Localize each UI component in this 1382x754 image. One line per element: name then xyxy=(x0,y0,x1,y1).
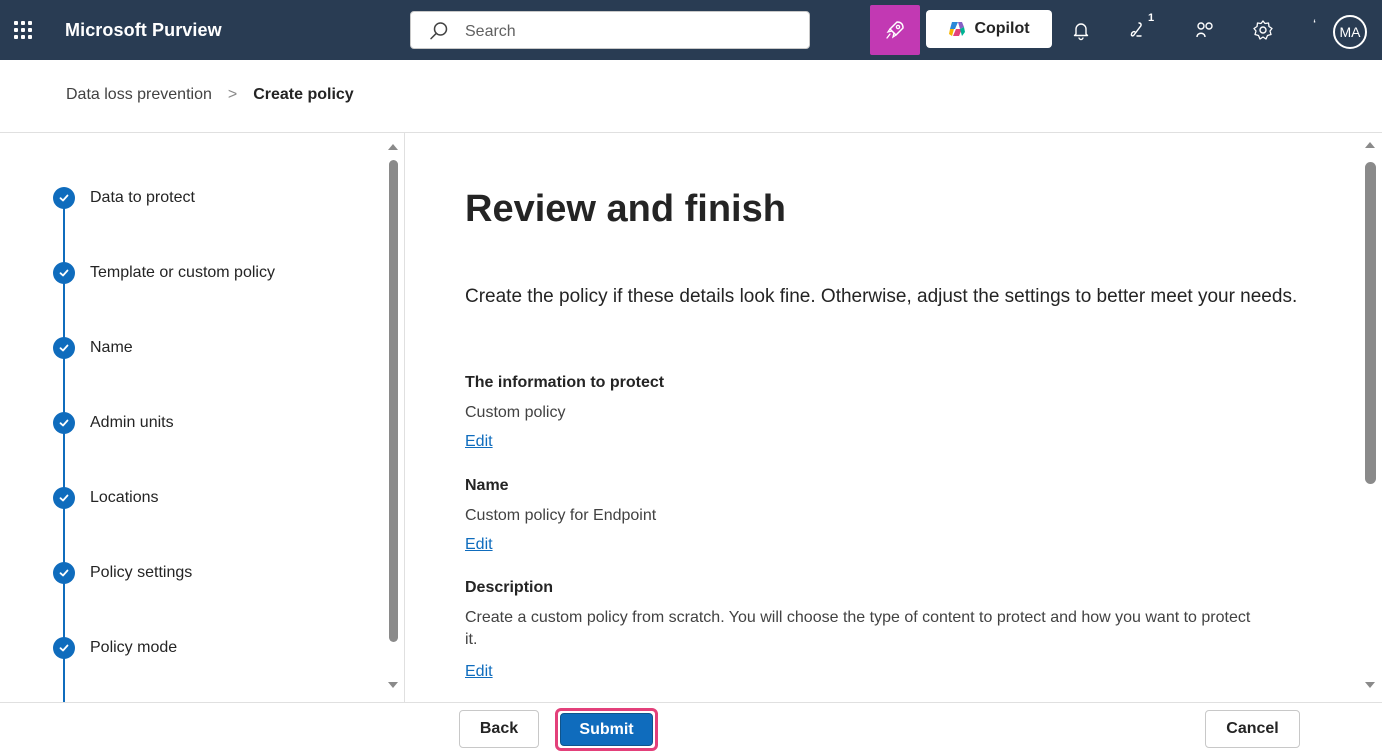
right-scroll-up-arrow[interactable] xyxy=(1365,142,1375,148)
section-heading-name: Name xyxy=(465,477,509,494)
search-box[interactable] xyxy=(410,11,810,49)
edit-info-link[interactable]: Edit xyxy=(465,433,493,451)
notification-badge: 1 xyxy=(1148,12,1155,24)
section-heading-description: Description xyxy=(465,579,554,596)
rocket-button[interactable] xyxy=(870,5,920,55)
breadcrumb-dlp[interactable]: Data loss prevention xyxy=(66,86,212,104)
wizard-steps: Data to protect Template or custom polic… xyxy=(0,133,404,703)
right-scrollbar-thumb[interactable] xyxy=(1365,162,1376,484)
review-content: Review and finish Create the policy if t… xyxy=(405,133,1365,703)
step-policy-mode[interactable]: Policy mode xyxy=(53,636,177,660)
step-admin-units[interactable]: Admin units xyxy=(53,411,174,435)
wizard-footer: Back Submit Cancel xyxy=(0,702,1382,754)
step-locations[interactable]: Locations xyxy=(53,486,159,510)
left-scrollbar-thumb[interactable] xyxy=(389,160,398,642)
submit-button[interactable]: Submit xyxy=(560,713,653,746)
check-icon xyxy=(53,187,75,209)
section-value-info: Custom policy xyxy=(465,404,566,421)
page-title: Review and finish xyxy=(465,188,786,230)
check-icon xyxy=(53,337,75,359)
breadcrumb-separator: > xyxy=(227,86,238,103)
step-label: Name xyxy=(90,339,133,356)
cancel-button[interactable]: Cancel xyxy=(1205,710,1300,748)
rocket-icon xyxy=(886,21,904,39)
search-icon xyxy=(430,22,448,40)
submit-highlight: Submit xyxy=(555,708,658,751)
search-input[interactable] xyxy=(465,21,795,43)
step-template-or-custom[interactable]: Template or custom policy xyxy=(53,261,275,285)
step-label: Policy mode xyxy=(90,639,178,656)
check-icon xyxy=(53,262,75,284)
section-heading-info: The information to protect xyxy=(465,374,665,391)
intro-text: Create the policy if these details look … xyxy=(465,286,1298,307)
breadcrumb: Data loss prevention > Create policy xyxy=(66,86,354,104)
edit-description-link[interactable]: Edit xyxy=(465,663,493,681)
step-name[interactable]: Name xyxy=(53,336,133,360)
check-icon xyxy=(53,562,75,584)
app-launcher-icon[interactable] xyxy=(12,19,34,41)
step-label: Data to protect xyxy=(90,189,195,206)
step-label: Template or custom policy xyxy=(90,264,275,281)
copilot-button[interactable]: Copilot xyxy=(926,10,1052,48)
step-label: Locations xyxy=(90,489,159,506)
back-button[interactable]: Back xyxy=(459,710,539,748)
step-policy-settings[interactable]: Policy settings xyxy=(53,561,192,585)
top-bar: Microsoft Purview Copilot xyxy=(0,0,1382,60)
overflow-mark: ‘ xyxy=(1313,16,1317,32)
step-data-to-protect[interactable]: Data to protect xyxy=(53,186,195,210)
left-scroll-down-arrow[interactable] xyxy=(388,682,398,688)
help-icon[interactable] xyxy=(1127,19,1149,41)
bell-icon[interactable] xyxy=(1070,19,1092,41)
right-scroll-down-arrow[interactable] xyxy=(1365,682,1375,688)
app-title[interactable]: Microsoft Purview xyxy=(65,20,222,41)
avatar[interactable]: MA xyxy=(1333,15,1367,49)
section-value-description: Create a custom policy from scratch. You… xyxy=(465,609,1251,648)
settings-icon[interactable] xyxy=(1252,19,1274,41)
check-icon xyxy=(53,637,75,659)
section-value-name: Custom policy for Endpoint xyxy=(465,507,657,524)
copilot-icon xyxy=(949,22,966,36)
check-icon xyxy=(53,487,75,509)
step-label: Policy settings xyxy=(90,564,193,581)
left-scroll-up-arrow[interactable] xyxy=(388,144,398,150)
check-icon xyxy=(53,412,75,434)
breadcrumb-current: Create policy xyxy=(253,86,354,103)
copilot-label: Copilot xyxy=(974,20,1030,37)
connections-icon[interactable] xyxy=(1194,19,1216,41)
step-label: Admin units xyxy=(90,414,174,431)
edit-name-link[interactable]: Edit xyxy=(465,536,493,554)
